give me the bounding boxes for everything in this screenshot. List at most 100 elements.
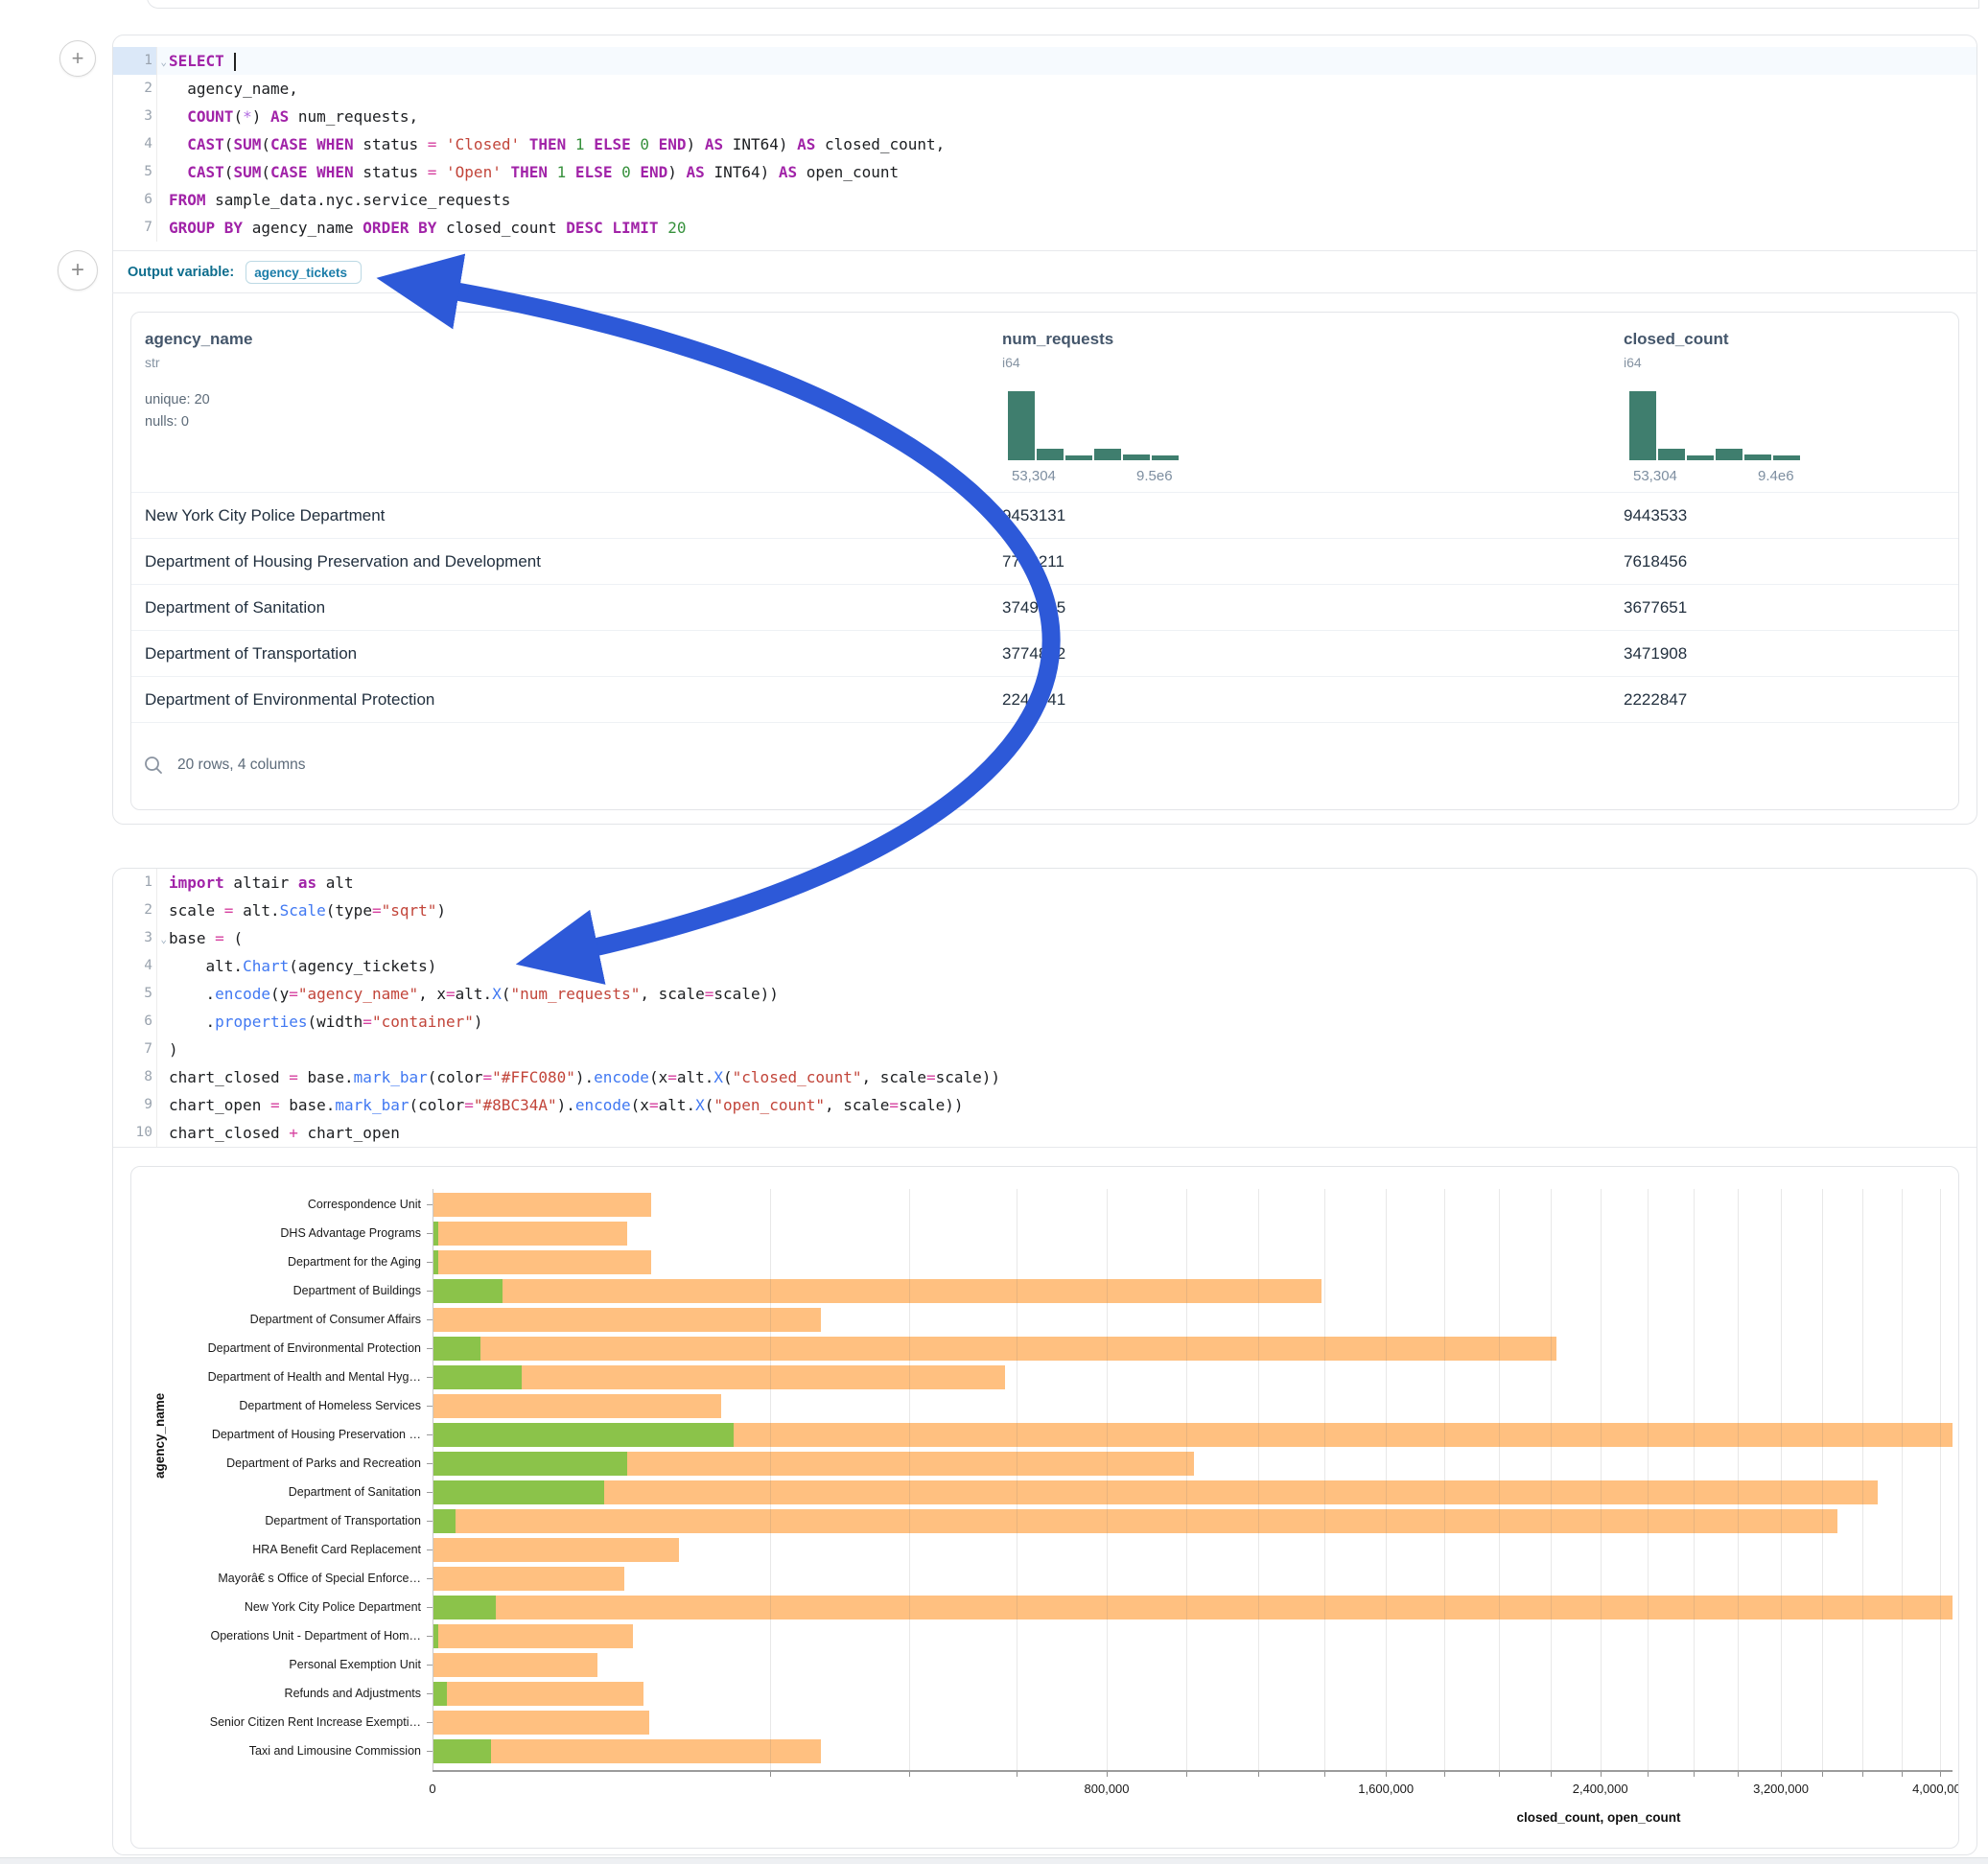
code-line[interactable]: 1import altair as alt: [113, 869, 1976, 897]
gridline: [1186, 1189, 1187, 1770]
chart-bar-row: [433, 1509, 1953, 1533]
chart-bar-row: [433, 1567, 1953, 1591]
table-cell: Department of Housing Preservation and D…: [145, 539, 541, 585]
gridline: [1822, 1189, 1823, 1770]
x-axis-tick-label: 2,400,000: [1573, 1782, 1628, 1796]
page-bottom-strip: [0, 1857, 1988, 1864]
table-cell: 2222847: [1624, 677, 1687, 723]
code-text: alt.Chart(agency_tickets): [157, 952, 436, 980]
line-number: 6: [113, 186, 157, 214]
chart-bar-row: [433, 1596, 1953, 1619]
plus-icon: +: [72, 46, 84, 71]
gridline: [1601, 1189, 1602, 1770]
search-icon[interactable]: [143, 755, 164, 776]
line-number: 5: [113, 158, 157, 186]
table-preview-card: agency_namestrunique: 20nulls: 0num_requ…: [130, 312, 1959, 810]
table-cell: Department of Environmental Protection: [145, 677, 434, 723]
chart-bar-row: [433, 1222, 1953, 1246]
code-line[interactable]: 9chart_open = base.mark_bar(color="#8BC3…: [113, 1091, 1976, 1119]
bar-open_count: [433, 1509, 456, 1533]
code-line[interactable]: 5 .encode(y="agency_name", x=alt.X("num_…: [113, 980, 1976, 1008]
code-text: import altair as alt: [157, 869, 354, 897]
gridline: [1107, 1189, 1108, 1770]
column-header-num_requests[interactable]: num_requests: [1002, 330, 1113, 349]
y-axis-label: Personal Exemption Unit: [131, 1653, 421, 1677]
chart-bar-row: [433, 1739, 1953, 1763]
line-number: 8: [113, 1063, 157, 1091]
gridline: [770, 1189, 771, 1770]
bar-closed_count: [433, 1711, 649, 1735]
add-cell-button-middle[interactable]: +: [58, 250, 98, 291]
y-axis-label: Senior Citizen Rent Increase Exempti…: [131, 1711, 421, 1735]
bar-closed_count: [433, 1394, 721, 1418]
code-text: .properties(width="container"): [157, 1008, 483, 1036]
line-number: 2: [113, 75, 157, 103]
chart-bar-row: [433, 1711, 1953, 1735]
chevron-down-icon[interactable]: ⌄: [160, 48, 167, 76]
y-axis-label: Department for the Aging: [131, 1250, 421, 1274]
line-number: 1⌄: [113, 47, 157, 75]
gridline: [1551, 1189, 1552, 1770]
code-line[interactable]: 7): [113, 1036, 1976, 1063]
table-row: Department of Transportation377489234719…: [131, 630, 1958, 676]
code-text: CAST(SUM(CASE WHEN status = 'Open' THEN …: [157, 158, 899, 186]
code-line[interactable]: 4 alt.Chart(agency_tickets): [113, 952, 1976, 980]
code-text: agency_name,: [157, 75, 298, 103]
bar-closed_count: [433, 1653, 597, 1677]
histogram-max-label: 9.4e6: [1758, 468, 1794, 484]
code-line[interactable]: 5 CAST(SUM(CASE WHEN status = 'Open' THE…: [113, 158, 1976, 186]
text-cursor: [234, 53, 236, 71]
gridline: [1386, 1189, 1387, 1770]
code-line[interactable]: 8chart_closed = base.mark_bar(color="#FF…: [113, 1063, 1976, 1091]
sql-editor[interactable]: 1⌄SELECT 2 agency_name,3 COUNT(*) AS num…: [113, 47, 1976, 242]
bar-open_count: [433, 1596, 496, 1619]
table-cell: 2240041: [1002, 677, 1065, 723]
bar-closed_count: [433, 1682, 643, 1706]
y-axis-label: Department of Health and Mental Hyg…: [131, 1365, 421, 1389]
code-line[interactable]: 2 agency_name,: [113, 75, 1976, 103]
y-axis-label: Refunds and Adjustments: [131, 1682, 421, 1706]
code-line[interactable]: 6 .properties(width="container"): [113, 1008, 1976, 1036]
gridline: [1648, 1189, 1649, 1770]
y-axis-label: Taxi and Limousine Commission: [131, 1739, 421, 1763]
histogram-min-label: 53,304: [1012, 468, 1056, 484]
code-line[interactable]: 4 CAST(SUM(CASE WHEN status = 'Closed' T…: [113, 130, 1976, 158]
previous-cell-edge: [147, 0, 1979, 9]
bar-open_count: [433, 1739, 491, 1763]
code-line[interactable]: 1⌄SELECT: [113, 47, 1976, 75]
notebook-page: + + 1⌄SELECT 2 agency_name,3 COUNT(*) AS…: [0, 0, 1988, 1864]
gridline: [1781, 1189, 1782, 1770]
column-header-agency_name[interactable]: agency_name: [145, 330, 252, 349]
output-variable-chip[interactable]: agency_tickets: [246, 261, 362, 284]
table-row: Department of Sanitation37494853677651: [131, 584, 1958, 630]
code-text: base = (: [157, 924, 243, 952]
code-line[interactable]: 2scale = alt.Scale(type="sqrt"): [113, 897, 1976, 924]
table-cell: 9443533: [1624, 493, 1687, 539]
bar-closed_count: [433, 1538, 679, 1562]
chart-bar-row: [433, 1480, 1953, 1504]
chart-bar-row: [433, 1394, 1953, 1418]
column-header-closed_count[interactable]: closed_count: [1624, 330, 1729, 349]
code-line[interactable]: 10chart_closed + chart_open: [113, 1119, 1976, 1147]
x-axis-tick-label: 800,000: [1085, 1782, 1130, 1796]
table-cell: 3677651: [1624, 585, 1687, 631]
add-cell-button-top[interactable]: +: [59, 40, 96, 77]
bar-open_count: [433, 1480, 604, 1504]
chevron-down-icon[interactable]: ⌄: [160, 925, 167, 953]
bar-open_count: [433, 1452, 627, 1476]
code-line[interactable]: 3⌄base = (: [113, 924, 1976, 952]
chart-bar-row: [433, 1279, 1953, 1303]
code-line[interactable]: 6FROM sample_data.nyc.service_requests: [113, 186, 1976, 214]
y-axis-label: Department of Consumer Affairs: [131, 1308, 421, 1332]
python-editor[interactable]: 1import altair as alt2scale = alt.Scale(…: [113, 869, 1976, 1147]
code-line[interactable]: 7GROUP BY agency_name ORDER BY closed_co…: [113, 214, 1976, 242]
gridline: [1258, 1189, 1259, 1770]
code-line[interactable]: 3 COUNT(*) AS num_requests,: [113, 103, 1976, 130]
bar-open_count: [433, 1279, 503, 1303]
y-axis-label: Operations Unit - Department of Hom…: [131, 1624, 421, 1648]
output-variable-row: Output variable: agency_tickets: [112, 251, 1977, 293]
chart-bar-row: [433, 1452, 1953, 1476]
table-cell: Department of Transportation: [145, 631, 357, 677]
table-cell: 3749485: [1002, 585, 1065, 631]
column-type: str: [145, 355, 160, 370]
